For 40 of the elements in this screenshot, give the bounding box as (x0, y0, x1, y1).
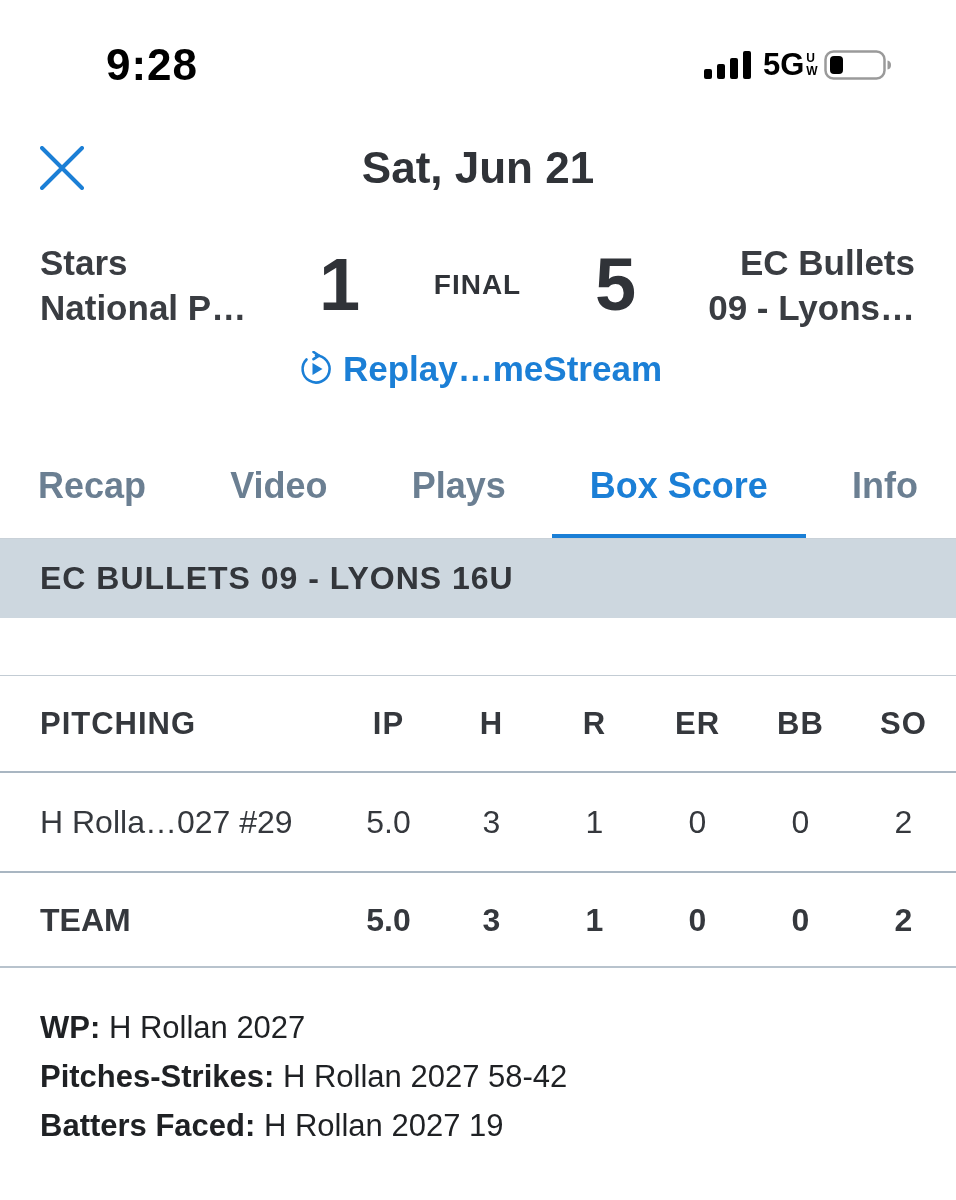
stat-note: WP: H Rollan 2027 (40, 1009, 306, 1047)
stat-note: Batters Faced: H Rollan 2027 19 (40, 1107, 504, 1145)
column-header: IP (372, 704, 405, 743)
table-cell: 2 (894, 803, 913, 841)
column-header: ER (674, 704, 721, 743)
column-header: SO (880, 704, 927, 743)
home-team-name: EC Bullets 09 - Lyons… (708, 242, 915, 329)
table-cell: H Rolla…027 #29 (40, 803, 293, 841)
table-cell: 0 (791, 803, 810, 841)
table-cell: 1 (585, 803, 604, 841)
replay-link[interactable]: Replay…meStream (297, 348, 662, 390)
table-cell: 5.0 (366, 803, 411, 841)
table-cell: TEAM (40, 900, 131, 939)
game-date-title: Sat, Jun 21 (361, 143, 595, 193)
column-header: H (479, 704, 504, 743)
column-header: R (582, 704, 607, 743)
clock-time: 9:28 (106, 40, 199, 90)
away-score: 1 (318, 248, 361, 322)
game-status: FINAL (433, 269, 522, 301)
tab[interactable]: Plays (373, 438, 544, 538)
table-cell: 5.0 (366, 900, 411, 939)
team-section-header: EC BULLETS 09 - LYONS 16U (0, 539, 956, 618)
tab[interactable]: Video (192, 438, 366, 538)
signal-icon (703, 51, 752, 79)
table-cell: 3 (482, 900, 501, 939)
column-header: BB (777, 704, 824, 743)
home-score: 5 (594, 248, 637, 322)
column-header: PITCHING (40, 704, 197, 743)
stat-note: Pitches-Strikes: H Rollan 2027 58-42 (40, 1058, 568, 1096)
tab[interactable]: Recap (0, 438, 185, 538)
table-cell: 0 (688, 803, 707, 841)
table-cell: 2 (894, 900, 913, 939)
table-cell: 1 (585, 900, 604, 939)
table-cell: 3 (482, 803, 501, 841)
away-team-name: Stars National P… (40, 242, 247, 329)
table-cell: 0 (688, 900, 707, 939)
close-icon[interactable] (40, 146, 84, 190)
tab[interactable]: Info (813, 438, 956, 538)
table-cell: 0 (791, 900, 810, 939)
battery-icon (824, 50, 892, 80)
